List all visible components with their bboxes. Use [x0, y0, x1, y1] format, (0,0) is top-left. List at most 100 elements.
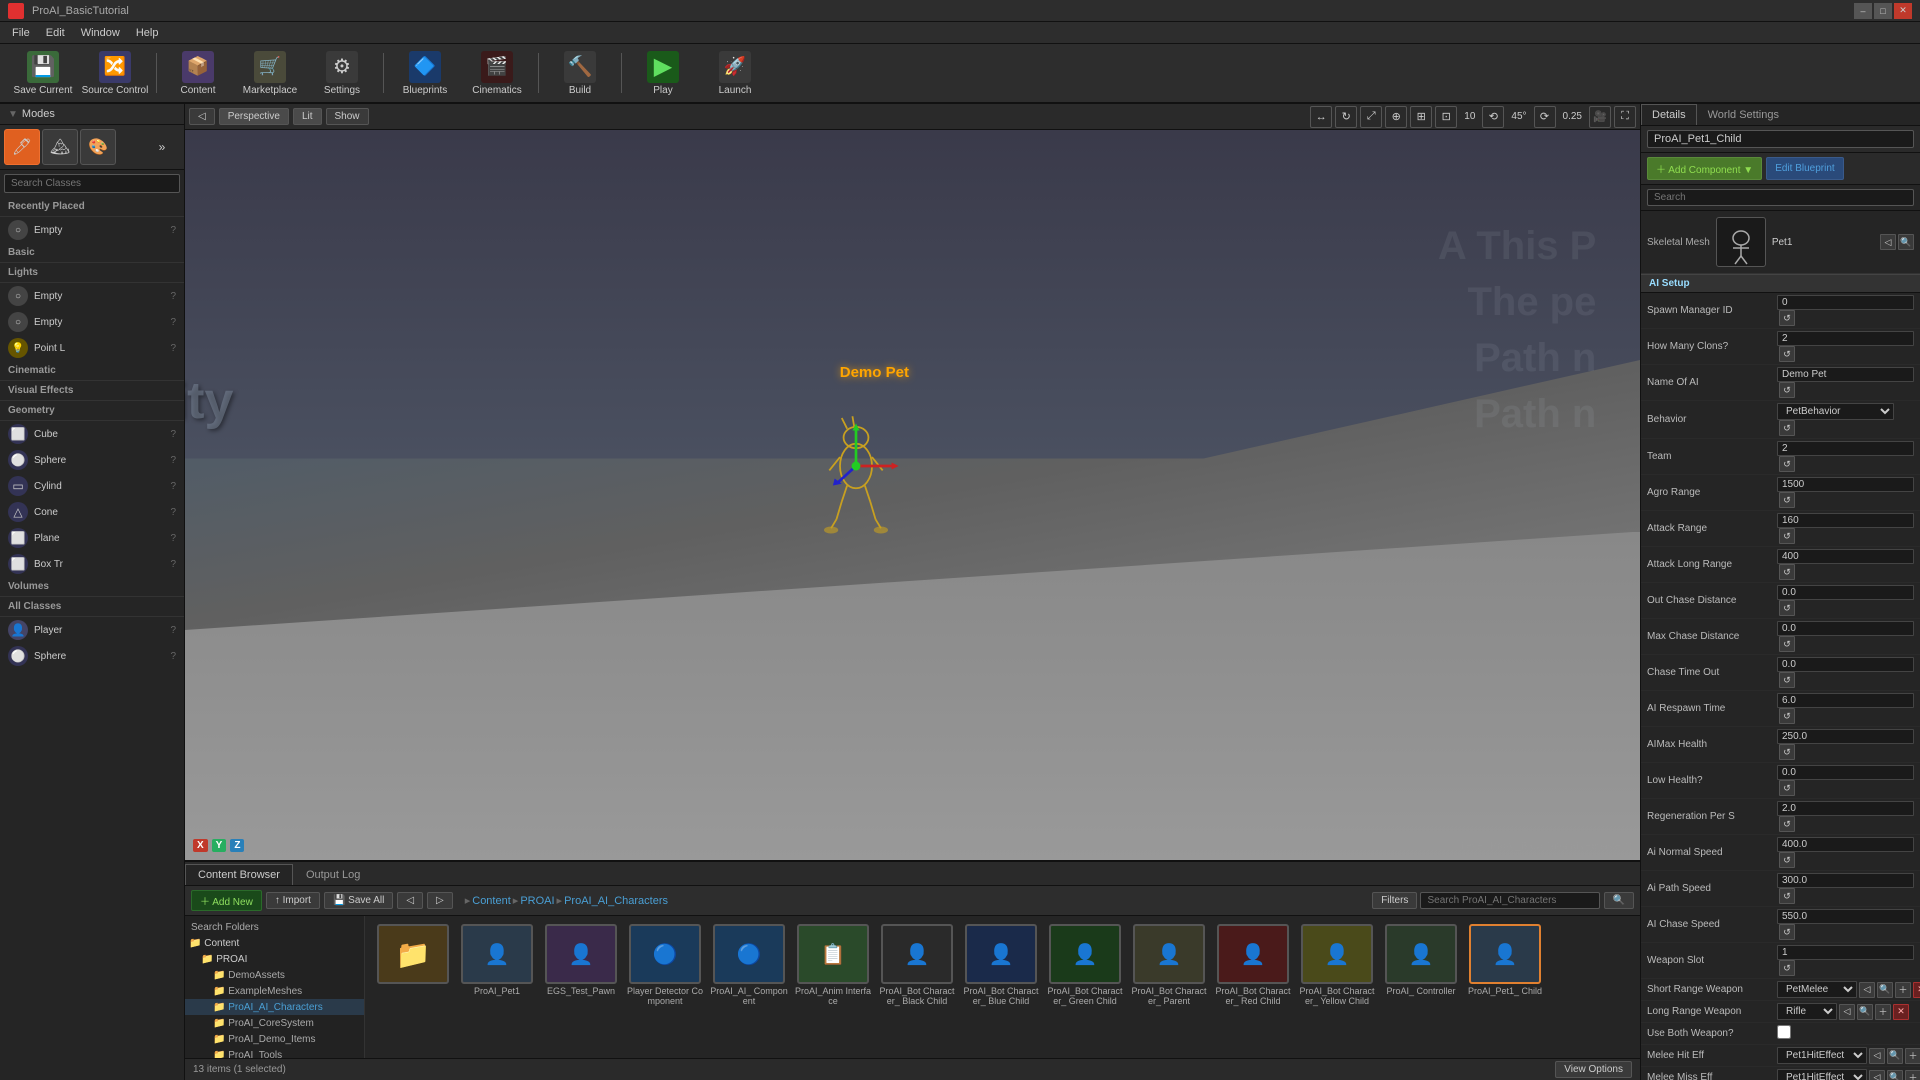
- tab-world-settings[interactable]: World Settings: [1697, 104, 1790, 125]
- clons-input[interactable]: [1777, 331, 1914, 346]
- content-item-bot-green[interactable]: 👤 ProAI_Bot Character_ Green Child: [1045, 924, 1125, 1006]
- menu-edit[interactable]: Edit: [38, 25, 73, 41]
- mode-expand[interactable]: »: [144, 129, 180, 165]
- respawn-input[interactable]: [1777, 693, 1914, 708]
- path-speed-input[interactable]: [1777, 873, 1914, 888]
- team-reset-btn[interactable]: ↺: [1779, 456, 1795, 472]
- weapon-slot-reset-btn[interactable]: ↺: [1779, 960, 1795, 976]
- menu-help[interactable]: Help: [128, 25, 167, 41]
- class-item-cone[interactable]: △ Cone ?: [0, 499, 184, 525]
- normal-speed-input[interactable]: [1777, 837, 1914, 852]
- long-weapon-nav-back[interactable]: ◁: [1839, 1004, 1855, 1020]
- respawn-reset-btn[interactable]: ↺: [1779, 708, 1795, 724]
- class-item-player[interactable]: 👤 Player ?: [0, 617, 184, 643]
- tree-demo-items[interactable]: 📁 ProAI_Demo_Items: [185, 1031, 364, 1047]
- spawn-manager-input[interactable]: [1777, 295, 1914, 310]
- perspective-button[interactable]: Perspective: [219, 108, 289, 125]
- long-weapon-find[interactable]: 🔍: [1857, 1004, 1873, 1020]
- pet-character[interactable]: [796, 386, 916, 549]
- content-item-folder[interactable]: 📁: [373, 924, 453, 986]
- content-item-bot-parent[interactable]: 👤 ProAI_Bot Character_ Parent: [1129, 924, 1209, 1006]
- build-button[interactable]: 🔨 Build: [545, 46, 615, 100]
- scale-tool[interactable]: ⤢: [1360, 106, 1382, 128]
- class-item-cylinder[interactable]: ▭ Cylind ?: [0, 473, 184, 499]
- filters-button[interactable]: Filters: [1372, 892, 1417, 909]
- out-chase-input[interactable]: [1777, 585, 1914, 600]
- content-item-anim-interface[interactable]: 📋 ProAI_Anim Interface: [793, 924, 873, 1006]
- cinematics-button[interactable]: 🎬 Cinematics: [462, 46, 532, 100]
- edit-blueprint-button[interactable]: Edit Blueprint: [1766, 157, 1843, 180]
- tab-details[interactable]: Details: [1641, 104, 1697, 125]
- class-item-plane[interactable]: ⬜ Plane ?: [0, 525, 184, 551]
- class-item-sphere-2[interactable]: ⚪ Sphere ?: [0, 643, 184, 669]
- short-weapon-nav-back[interactable]: ◁: [1859, 982, 1875, 998]
- menu-window[interactable]: Window: [73, 25, 128, 41]
- chase-timeout-reset-btn[interactable]: ↺: [1779, 672, 1795, 688]
- max-health-reset-btn[interactable]: ↺: [1779, 744, 1795, 760]
- short-weapon-remove[interactable]: ✕: [1913, 982, 1920, 998]
- launch-button[interactable]: 🚀 Launch: [700, 46, 770, 100]
- chase-speed-reset-btn[interactable]: ↺: [1779, 924, 1795, 940]
- mesh-nav-back[interactable]: ◁: [1880, 234, 1896, 250]
- mode-paint[interactable]: 🎨: [80, 129, 116, 165]
- melee-hit-select[interactable]: Pet1HitEffect: [1777, 1047, 1867, 1064]
- melee-hit-add[interactable]: ＋: [1905, 1048, 1920, 1064]
- surface-snapping[interactable]: ⊞: [1410, 106, 1432, 128]
- class-item-empty-1[interactable]: ○ Empty ?: [0, 217, 184, 243]
- class-item-box-trigger[interactable]: ⬜ Box Tr ?: [0, 551, 184, 577]
- menu-file[interactable]: File: [4, 25, 38, 41]
- team-input[interactable]: [1777, 441, 1914, 456]
- nav-back-button[interactable]: ◁: [397, 892, 423, 909]
- max-chase-input[interactable]: [1777, 621, 1914, 636]
- search-component-input[interactable]: [1647, 189, 1914, 206]
- world-local-toggle[interactable]: ⊕: [1385, 106, 1407, 128]
- name-ai-input[interactable]: [1777, 367, 1914, 382]
- attack-reset-btn[interactable]: ↺: [1779, 528, 1795, 544]
- behavior-reset-btn[interactable]: ↺: [1779, 420, 1795, 436]
- short-weapon-add[interactable]: ＋: [1895, 982, 1911, 998]
- angle-snap[interactable]: ⟲: [1482, 106, 1504, 128]
- tree-proai[interactable]: 📁 PROAI: [185, 951, 364, 967]
- mode-landscape[interactable]: 🏔: [42, 129, 78, 165]
- actor-name-input[interactable]: [1647, 130, 1914, 148]
- melee-miss-find[interactable]: 🔍: [1887, 1070, 1903, 1080]
- tree-examplemeshes[interactable]: 📁 ExampleMeshes: [185, 983, 364, 999]
- class-item-pointlight[interactable]: 💡 Point L ?: [0, 335, 184, 361]
- normal-speed-reset-btn[interactable]: ↺: [1779, 852, 1795, 868]
- agro-input[interactable]: [1777, 477, 1914, 492]
- content-button[interactable]: 📦 Content: [163, 46, 233, 100]
- content-item-proai-pet1[interactable]: 👤 ProAI_Pet1: [457, 924, 537, 996]
- tree-search-toggle[interactable]: Search Folders: [185, 920, 364, 935]
- long-weapon-remove[interactable]: ✕: [1893, 1004, 1909, 1020]
- show-button[interactable]: Show: [326, 108, 369, 125]
- add-new-button[interactable]: ＋ Add New: [191, 890, 262, 911]
- melee-miss-nav-back[interactable]: ◁: [1869, 1070, 1885, 1080]
- chase-timeout-input[interactable]: [1777, 657, 1914, 672]
- camera-speed[interactable]: 🎥: [1589, 106, 1611, 128]
- content-item-bot-black[interactable]: 👤 ProAI_Bot Character_ Black Child: [877, 924, 957, 1006]
- content-item-controller[interactable]: 👤 ProAI_ Controller: [1381, 924, 1461, 996]
- name-ai-reset-btn[interactable]: ↺: [1779, 382, 1795, 398]
- close-button[interactable]: ✕: [1894, 3, 1912, 19]
- content-item-bot-yellow[interactable]: 👤 ProAI_Bot Character_ Yellow Child: [1297, 924, 1377, 1006]
- short-weapon-find[interactable]: 🔍: [1877, 982, 1893, 998]
- tab-content-browser[interactable]: Content Browser: [185, 864, 293, 885]
- play-button[interactable]: ▶ Play: [628, 46, 698, 100]
- class-item-sphere[interactable]: ⚪ Sphere ?: [0, 447, 184, 473]
- viewport-canvas[interactable]: AI Pet Functionality A This PThe pePath …: [185, 130, 1640, 860]
- content-item-bot-red[interactable]: 👤 ProAI_Bot Character_ Red Child: [1213, 924, 1293, 1006]
- content-item-egs-test[interactable]: 👤 EGS_Test_Pawn: [541, 924, 621, 996]
- melee-miss-select[interactable]: Pet1HitEffect: [1777, 1069, 1867, 1080]
- search-classes-input[interactable]: [4, 174, 180, 193]
- import-button[interactable]: ↑ Import: [266, 892, 320, 909]
- tree-content[interactable]: 📁 Content: [185, 935, 364, 951]
- content-item-bot-blue[interactable]: 👤 ProAI_Bot Character_ Blue Child: [961, 924, 1041, 1006]
- settings-button[interactable]: ⚙ Settings: [307, 46, 377, 100]
- regen-reset-btn[interactable]: ↺: [1779, 816, 1795, 832]
- add-component-button[interactable]: ＋ Add Component ▼: [1647, 157, 1762, 180]
- low-health-reset-btn[interactable]: ↺: [1779, 780, 1795, 796]
- rotate-tool[interactable]: ↻: [1335, 106, 1357, 128]
- content-search-button[interactable]: 🔍: [1604, 892, 1634, 909]
- max-health-input[interactable]: [1777, 729, 1914, 744]
- use-both-checkbox[interactable]: [1777, 1025, 1791, 1039]
